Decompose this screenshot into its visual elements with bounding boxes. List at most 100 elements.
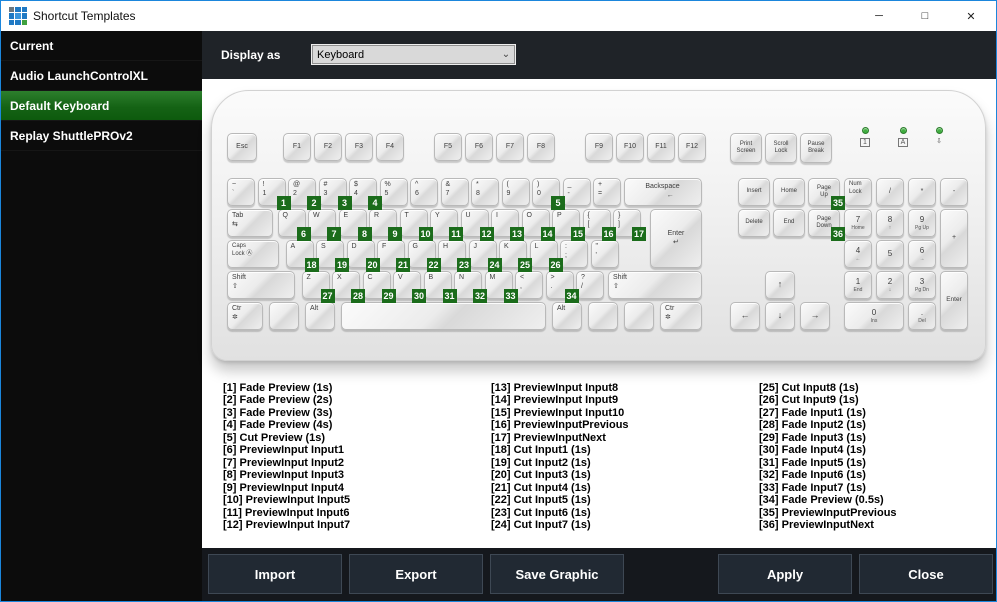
shortcut-badge-32: 32 — [473, 289, 487, 303]
key-np-2: 2 ↓ — [876, 271, 904, 299]
shortcut-entry: [6] PreviewInput Input1 — [223, 444, 345, 457]
key-win-left — [269, 302, 299, 330]
key-j: J 24 — [468, 240, 502, 272]
shortcut-badge-13: 13 — [510, 227, 524, 241]
key-page-down: Page Down 36 — [808, 209, 845, 241]
key-s: S 19 — [316, 240, 349, 272]
shortcut-entry: [33] Fade Input7 (1s) — [759, 481, 866, 494]
shortcut-list-column-2: [13] PreviewInput Input8 [14] PreviewInpu… — [491, 382, 751, 531]
key-y: Y 11 — [430, 209, 463, 241]
app-icon-square — [21, 19, 27, 25]
shortcut-badge-24: 24 — [487, 258, 502, 272]
shortcut-entry: [7] PreviewInput Input2 — [223, 456, 345, 469]
export-button[interactable]: Export — [349, 554, 483, 594]
sidebar-item-default-keyboard[interactable]: Default Keyboard — [1, 91, 202, 121]
shortcut-entry: [14] PreviewInput Input9 — [491, 394, 619, 407]
key-menu — [624, 302, 654, 330]
shortcut-entry: [28] Fade Input2 (1s) — [759, 419, 866, 432]
key-e: E8 — [338, 209, 372, 241]
shortcut-badge-16: 16 — [601, 227, 616, 241]
key-comma: < , — [515, 271, 543, 299]
maximize-icon[interactable]: □ — [902, 1, 948, 31]
led-scroll-lock: ⇩ — [930, 127, 948, 145]
key-sublabel: ↑ — [888, 225, 892, 231]
key-2: @ 22 — [288, 178, 321, 210]
shortcut-entry: [19] Cut Input2 (1s) — [491, 456, 591, 469]
key-enter: Enter ↵ — [650, 209, 702, 268]
shortcut-badge-23: 23 — [457, 258, 471, 272]
shortcut-badge-35: 35 — [831, 196, 845, 210]
key-f10: F10 — [616, 133, 644, 161]
import-button[interactable]: Import — [208, 554, 342, 594]
key-9: ( 9 — [501, 178, 530, 206]
shortcut-entry: [17] PreviewInputNext — [491, 431, 606, 444]
key-space — [341, 302, 546, 330]
apply-button[interactable]: Apply — [718, 554, 852, 594]
sidebar-item-current[interactable]: Current — [1, 31, 202, 61]
shortcut-badge-33: 33 — [503, 289, 518, 303]
keyboard-graphic: Esc F1 F2 F3 F4 F5 F6 F7 F8 F9 F10 F11 F12 Print Scre… — [211, 90, 986, 361]
display-as-label: Display as — [221, 48, 281, 62]
key-4: $ 44 — [349, 178, 382, 210]
key-1: ! 11 — [257, 178, 291, 210]
sidebar-item-replay-shuttleprov2[interactable]: Replay ShuttlePROv2 — [1, 121, 202, 151]
key-tab: Tab ⇆ — [227, 209, 273, 237]
display-as-dropdown[interactable]: Keyboard ⌄ — [311, 44, 516, 65]
key-8: * 8 — [471, 178, 499, 206]
key-sublabel: Ins — [870, 318, 878, 324]
sidebar-item-audio-launchcontrolxl[interactable]: Audio LaunchControlXL — [1, 61, 202, 91]
key-x: X 28 — [332, 271, 365, 303]
led-dot — [935, 127, 943, 134]
shortcut-entry: [30] Fade Input4 (1s) — [759, 444, 866, 457]
shortcut-badge-25: 25 — [518, 258, 532, 272]
topbar: Display as Keyboard ⌄ — [202, 31, 996, 79]
footer: Import Export Save Graphic Apply Close — [202, 548, 996, 601]
shortcut-entry: [26] Cut Input9 (1s) — [759, 394, 859, 407]
key-quote: " ' — [590, 240, 619, 268]
key-sublabel: End — [853, 287, 863, 293]
app-icon-square — [15, 13, 21, 19]
keyboard-panel: Esc F1 F2 F3 F4 F5 F6 F7 F8 F9 F10 F11 F12 Print Scre… — [202, 79, 996, 548]
key-scroll-lock: Scroll Lock — [765, 133, 797, 163]
key-bracket-open: { [16 — [582, 209, 616, 241]
key-sublabel: Del — [918, 318, 926, 324]
key-h: H 23 — [438, 240, 471, 272]
shortcut-entry: [8] PreviewInput Input3 — [223, 469, 345, 482]
shortcut-entry: [2] Fade Preview (2s) — [223, 394, 333, 407]
shortcut-badge-8: 8 — [357, 227, 372, 241]
shortcut-entry: [24] Cut Input7 (1s) — [491, 518, 591, 531]
key-np-enter: Enter — [940, 271, 968, 330]
shortcut-list-column-1: [1] Fade Preview (1s) [2] Fade Preview (2… — [223, 382, 483, 531]
shortcut-entry: [15] PreviewInput Input10 — [491, 406, 625, 419]
key-np-5: 5 — [876, 240, 904, 268]
key-f12: F12 — [678, 133, 706, 161]
shortcut-entry: [12] PreviewInput Input7 — [223, 518, 351, 531]
app-icon-square — [15, 19, 21, 25]
key-f1: F1 — [283, 133, 311, 161]
key-backspace: Backspace ← — [623, 178, 702, 206]
shortcut-badge-18: 18 — [304, 258, 319, 272]
close-button[interactable]: Close — [859, 554, 993, 594]
key-np-6: 6 → — [908, 240, 936, 268]
key-ctrl-left: Ctr ✲ — [227, 302, 263, 330]
key-f4: F4 — [376, 133, 404, 161]
shortcut-entry: [36] PreviewInputNext — [759, 518, 874, 531]
key-f: F 21 — [377, 240, 410, 272]
key-f8: F8 — [527, 133, 555, 161]
key-f5: F5 — [434, 133, 462, 161]
key-m: M 33 — [484, 271, 518, 303]
key-l: L 26 — [529, 240, 563, 272]
shortcut-entry: [27] Fade Input1 (1s) — [759, 406, 866, 419]
key-caps-lock: Caps Lock Ⓐ — [227, 240, 279, 268]
close-icon[interactable]: ✕ — [948, 1, 994, 31]
key-z: Z 27 — [301, 271, 335, 303]
key-v: V 30 — [393, 271, 426, 303]
shortcut-entry: [3] Fade Preview (3s) — [223, 406, 333, 419]
shortcut-entry: [25] Cut Input8 (1s) — [759, 382, 859, 394]
save-graphic-button[interactable]: Save Graphic — [490, 554, 624, 594]
minimize-icon[interactable]: ─ — [856, 1, 902, 31]
led-caps-lock: A — [894, 127, 912, 147]
key-np-subtract: - — [940, 178, 968, 206]
key-sublabel: ← — [855, 256, 861, 262]
shortcut-badge-6: 6 — [296, 227, 311, 241]
